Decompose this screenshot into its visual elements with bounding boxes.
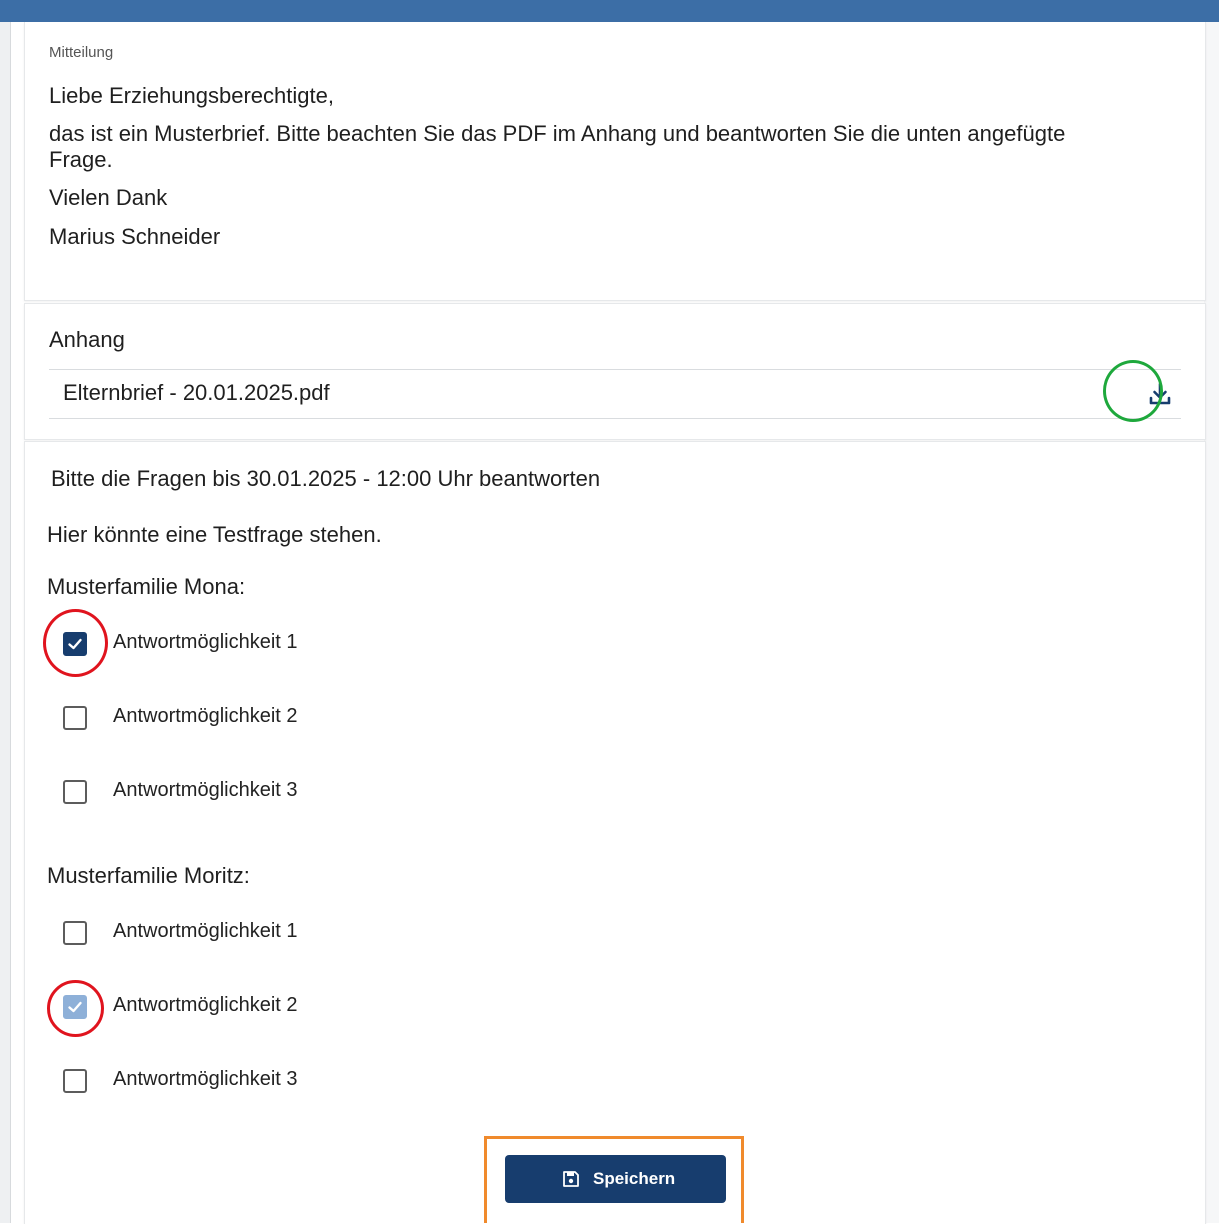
group-label-mona: Musterfamilie Mona: [47,574,246,599]
checkbox-highlight-ring [47,980,104,1037]
checkbox-mona-option-3[interactable]: Antwortmöglichkeit 3 [63,778,463,808]
checkbox-unchecked[interactable] [63,706,87,730]
checkbox-unchecked[interactable] [63,1069,87,1093]
message-panel: Mitteilung Liebe Erziehungsberechtigte, … [24,22,1206,301]
questions-panel: Bitte die Fragen bis 30.01.2025 - 12:00 … [24,441,1206,1224]
option-label: Antwortmöglichkeit 1 [113,920,298,942]
checkbox-unchecked[interactable] [63,780,87,804]
attachment-file-name: Elternbrief - 20.01.2025.pdf [63,380,330,405]
checkbox-mona-option-2[interactable]: Antwortmöglichkeit 2 [63,704,463,734]
message-line: Vielen Dank [49,185,168,210]
option-label: Antwortmöglichkeit 3 [113,1068,298,1090]
checkbox-unchecked[interactable] [63,921,87,945]
checkbox-moritz-option-1[interactable]: Antwortmöglichkeit 1 [63,919,463,949]
save-highlight-frame [484,1136,744,1223]
checkbox-highlight-ring [43,609,108,677]
option-label: Antwortmöglichkeit 2 [113,705,298,727]
message-line: das ist ein Musterbrief. Bitte beachten … [49,121,1066,146]
attachment-row: Elternbrief - 20.01.2025.pdf [49,369,1181,419]
header-bar [0,0,1219,22]
checkbox-mona-option-1[interactable]: Antwortmöglichkeit 1 [63,630,463,660]
checkbox-moritz-option-3[interactable]: Antwortmöglichkeit 3 [63,1067,463,1097]
message-line: Marius Schneider [49,224,221,249]
download-highlight-ring [1103,360,1163,422]
question-text: Hier könnte eine Testfrage stehen. [47,522,382,547]
right-scroll-gutter [1204,22,1219,1223]
attachment-section-label: Anhang [49,327,125,352]
message-line: Frage. [49,147,113,172]
option-label: Antwortmöglichkeit 2 [113,994,298,1016]
option-label: Antwortmöglichkeit 1 [113,631,298,653]
attachment-panel: Anhang Elternbrief - 20.01.2025.pdf [24,303,1206,440]
option-label: Antwortmöglichkeit 3 [113,779,298,801]
checkbox-moritz-option-2[interactable]: Antwortmöglichkeit 2 [63,993,463,1023]
answer-deadline: Bitte die Fragen bis 30.01.2025 - 12:00 … [51,466,601,491]
message-line: Liebe Erziehungsberechtigte, [49,83,334,108]
message-section-label: Mitteilung [49,44,114,61]
group-label-moritz: Musterfamilie Moritz: [47,863,250,888]
left-sidebar-edge [0,22,11,1223]
